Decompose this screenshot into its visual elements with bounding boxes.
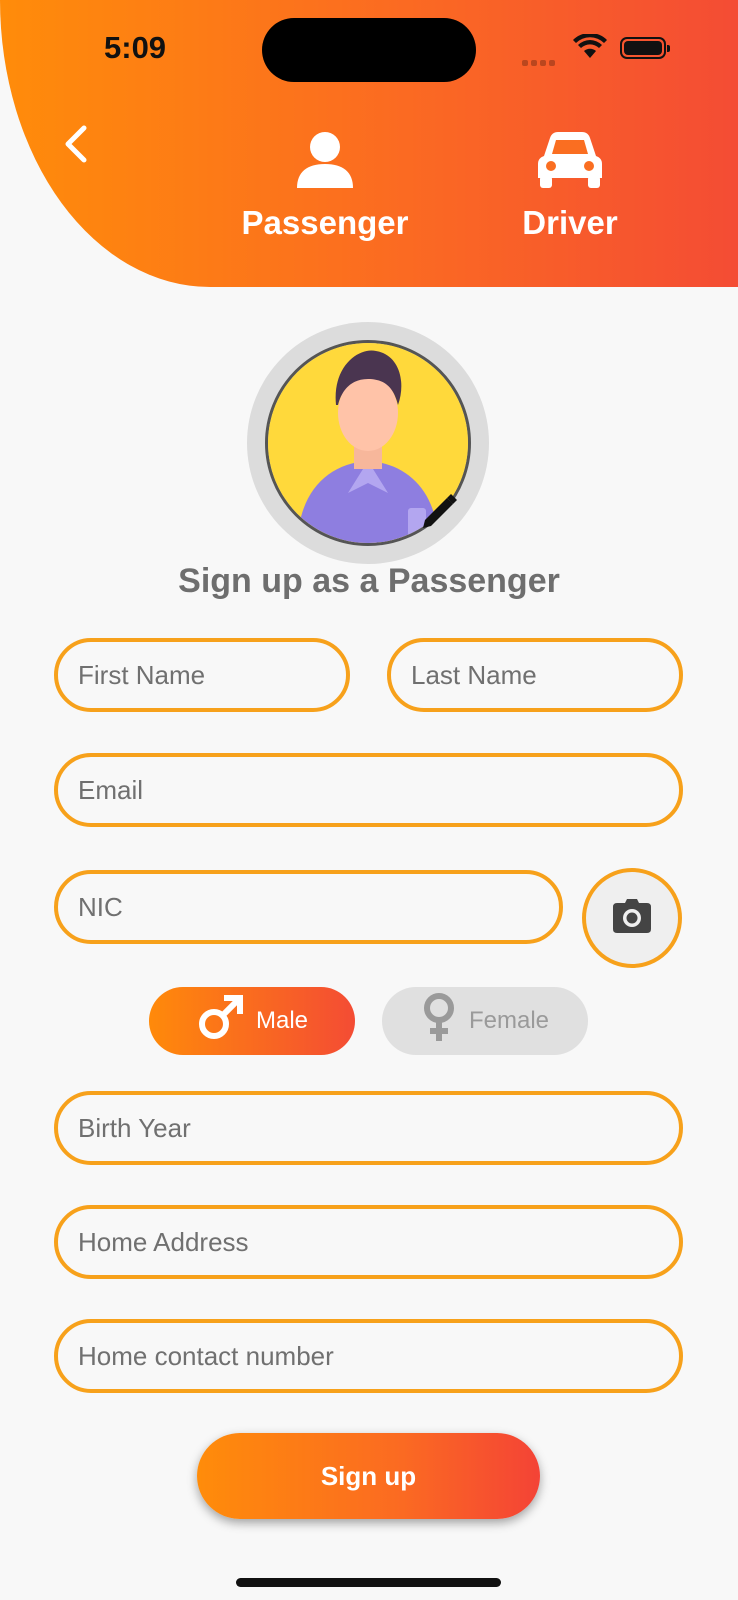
page-title: Sign up as a Passenger <box>178 562 560 600</box>
last-name-field[interactable] <box>387 638 683 712</box>
email-field[interactable] <box>54 753 683 827</box>
battery-icon <box>620 37 670 59</box>
role-tab-driver[interactable]: Driver <box>512 130 628 242</box>
car-icon <box>512 130 628 198</box>
role-label-driver: Driver <box>522 204 618 241</box>
home-contact-field[interactable] <box>54 1319 683 1393</box>
gender-label-female: Female <box>468 1007 550 1034</box>
dynamic-island <box>262 18 476 82</box>
status-time: 5:09 <box>104 30 167 65</box>
gender-option-male[interactable]: Male <box>149 987 355 1055</box>
signup-button[interactable]: Sign up <box>197 1433 540 1519</box>
person-icon <box>232 130 418 198</box>
male-symbol-icon <box>196 994 244 1049</box>
cellular-signal-icon <box>522 53 558 71</box>
gender-option-female[interactable]: Female <box>382 987 588 1055</box>
first-name-field[interactable] <box>54 638 350 712</box>
nic-photo-button[interactable] <box>582 868 682 968</box>
gender-label-male: Male <box>255 1007 309 1034</box>
role-tab-passenger[interactable]: Passenger <box>232 130 418 242</box>
home-address-field[interactable] <box>54 1205 683 1279</box>
wifi-icon <box>572 32 608 65</box>
camera-icon <box>613 898 651 938</box>
birth-year-field[interactable] <box>54 1091 683 1165</box>
role-label-passenger: Passenger <box>241 204 409 241</box>
profile-photo-picker[interactable] <box>247 322 489 564</box>
pencil-icon[interactable] <box>417 490 461 539</box>
back-chevron-icon[interactable] <box>58 122 94 166</box>
home-indicator <box>236 1578 501 1587</box>
female-symbol-icon <box>421 992 457 1050</box>
nic-field[interactable] <box>54 870 563 944</box>
